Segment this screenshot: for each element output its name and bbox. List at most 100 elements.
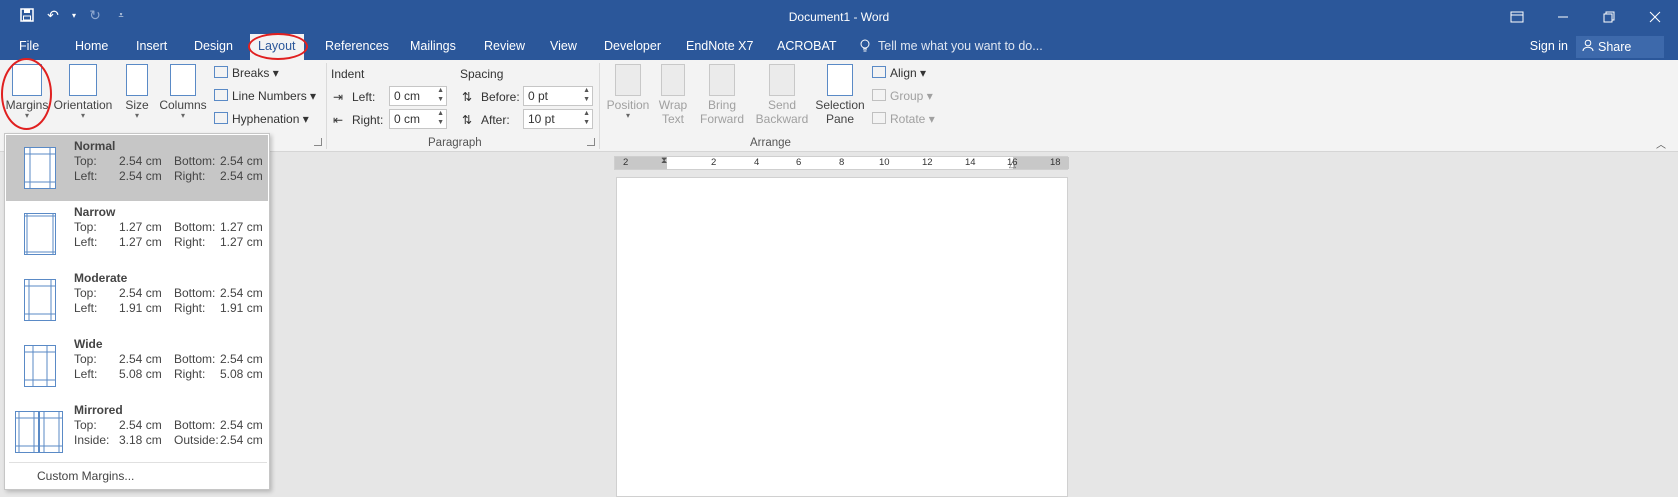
spin-arrows-icon[interactable]: ▲ ▼ — [437, 109, 444, 127]
size-button[interactable]: Size ▾ — [121, 60, 153, 120]
bottom-value: 2.54 cm — [220, 418, 263, 432]
bottom-label: Bottom: — [174, 220, 216, 234]
group-icon — [872, 89, 886, 101]
indent-left-input[interactable]: 0 cm ▲ ▼ — [389, 86, 447, 106]
sign-in-link[interactable]: Sign in — [1530, 39, 1568, 53]
spin-arrows-icon[interactable]: ▲ ▼ — [583, 86, 590, 104]
tab-endnote[interactable]: EndNote X7 — [686, 39, 753, 53]
right-value: 5.08 cm — [220, 367, 263, 381]
chevron-down-icon: ▾ — [625, 111, 630, 120]
tell-me-search[interactable]: Tell me what you want to do... — [878, 39, 1043, 53]
right-value: 1.91 cm — [220, 301, 263, 315]
tab-layout[interactable]: Layout — [250, 34, 304, 60]
ruler-label: 6 — [796, 157, 802, 168]
line-numbers-button[interactable]: Line Numbers ▾ — [214, 89, 316, 103]
margins-label: Margins — [5, 98, 49, 112]
hyphenation-button[interactable]: Hyphenation ▾ — [214, 112, 309, 126]
bottom-label: Bottom: — [174, 154, 216, 168]
ribbon-tabs: File Home Insert Design Layout Reference… — [0, 34, 1678, 60]
option-name: Narrow — [74, 205, 116, 219]
orientation-button[interactable]: Orientation ▾ — [52, 60, 114, 120]
spacing-before-icon: ⇅ — [462, 90, 473, 104]
margins-icon — [12, 64, 42, 96]
collapse-ribbon-icon[interactable]: ︿ — [1656, 136, 1666, 151]
left-label: Left: — [74, 301, 98, 315]
selection-pane-icon — [827, 64, 853, 96]
inside-value: 3.18 cm — [119, 433, 162, 447]
spacing-before-input[interactable]: 0 pt ▲ ▼ — [523, 86, 593, 106]
paragraph-group-label: Paragraph — [428, 137, 482, 149]
margin-option-wide[interactable]: Wide Top: 2.54 cm Bottom: 2.54 cm Left: … — [6, 333, 268, 399]
spin-arrows-icon[interactable]: ▲ ▼ — [583, 109, 590, 127]
spacing-after-input[interactable]: 10 pt ▲ ▼ — [523, 109, 593, 129]
user-icon — [1582, 39, 1594, 54]
close-icon[interactable] — [1632, 0, 1678, 34]
position-button[interactable]: Position ▾ — [604, 60, 652, 120]
top-value: 2.54 cm — [119, 352, 162, 366]
wrap-text-button[interactable]: Wrap Text — [655, 60, 691, 126]
tab-developer[interactable]: Developer — [604, 39, 661, 53]
selection-pane-label-1: Selection — [815, 98, 865, 112]
line-numbers-icon — [214, 89, 228, 101]
indent-marker-icon[interactable]: ⧗ — [661, 155, 667, 166]
tab-review[interactable]: Review — [484, 39, 525, 53]
top-label: Top: — [74, 154, 97, 168]
right-label: Right: — [174, 367, 206, 381]
columns-button[interactable]: Columns ▾ — [157, 60, 209, 120]
top-value: 2.54 cm — [119, 154, 162, 168]
left-label: Left: — [74, 367, 98, 381]
restore-icon[interactable] — [1586, 0, 1632, 34]
tab-mailings[interactable]: Mailings — [410, 39, 456, 53]
option-name: Wide — [74, 337, 103, 351]
narrow-margins-icon — [14, 207, 64, 259]
margin-option-narrow[interactable]: Narrow Top: 1.27 cm Bottom: 1.27 cm Left… — [6, 201, 268, 267]
tab-acrobat[interactable]: ACROBAT — [777, 39, 837, 53]
spacing-after-icon: ⇅ — [462, 113, 473, 127]
horizontal-ruler[interactable]: 2 2 4 6 8 10 12 14 16 18 ⧗ △ — [614, 155, 1069, 170]
bottom-value: 2.54 cm — [220, 352, 263, 366]
margins-button[interactable]: Margins ▾ — [2, 60, 52, 120]
right-label: Right: — [174, 169, 206, 183]
ruler-label: 18 — [1050, 157, 1061, 168]
chevron-down-icon: ▾ — [24, 111, 29, 120]
rotate-button[interactable]: Rotate ▾ — [872, 112, 935, 126]
top-label: Top: — [74, 220, 97, 234]
share-button[interactable]: Share — [1576, 36, 1664, 58]
send-backward-button[interactable]: Send Backward — [750, 60, 814, 126]
ribbon-display-options-icon[interactable] — [1494, 0, 1540, 34]
bring-forward-button[interactable]: Bring Forward — [694, 60, 750, 126]
right-indent-marker-icon[interactable]: △ — [1009, 159, 1016, 170]
columns-label: Columns — [159, 98, 207, 112]
indent-right-input[interactable]: 0 cm ▲ ▼ — [389, 109, 447, 129]
tab-design[interactable]: Design — [194, 39, 233, 53]
spin-arrows-icon[interactable]: ▲ ▼ — [437, 86, 444, 104]
indent-left-label: Left: — [352, 90, 376, 104]
page-setup-launcher-icon[interactable] — [314, 138, 322, 146]
right-label: Right: — [174, 301, 206, 315]
lightbulb-icon — [860, 39, 870, 56]
bring-forward-icon — [709, 64, 735, 96]
top-label: Top: — [74, 352, 97, 366]
paragraph-launcher-icon[interactable] — [587, 138, 595, 146]
custom-margins-item[interactable]: Custom Margins... — [37, 469, 134, 483]
tab-references[interactable]: References — [325, 39, 389, 53]
mirrored-margins-icon — [14, 405, 64, 457]
tab-insert[interactable]: Insert — [136, 39, 167, 53]
align-button[interactable]: Align ▾ — [872, 66, 926, 80]
tab-file[interactable]: File — [19, 39, 39, 53]
outside-label: Outside: — [174, 433, 219, 447]
minimize-icon[interactable] — [1540, 0, 1586, 34]
tab-view[interactable]: View — [550, 39, 577, 53]
tab-home[interactable]: Home — [75, 39, 108, 53]
breaks-button[interactable]: Breaks ▾ — [214, 66, 279, 80]
margin-option-normal[interactable]: Normal Top: 2.54 cm Bottom: 2.54 cm Left… — [6, 135, 268, 201]
inside-label: Inside: — [74, 433, 110, 447]
spacing-heading: Spacing — [460, 67, 504, 81]
document-page[interactable] — [616, 177, 1068, 497]
group-button[interactable]: Group ▾ — [872, 89, 933, 103]
selection-pane-button[interactable]: Selection Pane — [814, 60, 866, 126]
position-label: Position — [606, 98, 650, 112]
group-separator — [326, 63, 327, 149]
margin-option-moderate[interactable]: Moderate Top: 2.54 cm Bottom: 2.54 cm Le… — [6, 267, 268, 333]
margin-option-mirrored[interactable]: Mirrored Top: 2.54 cm Bottom: 2.54 cm In… — [6, 399, 268, 465]
